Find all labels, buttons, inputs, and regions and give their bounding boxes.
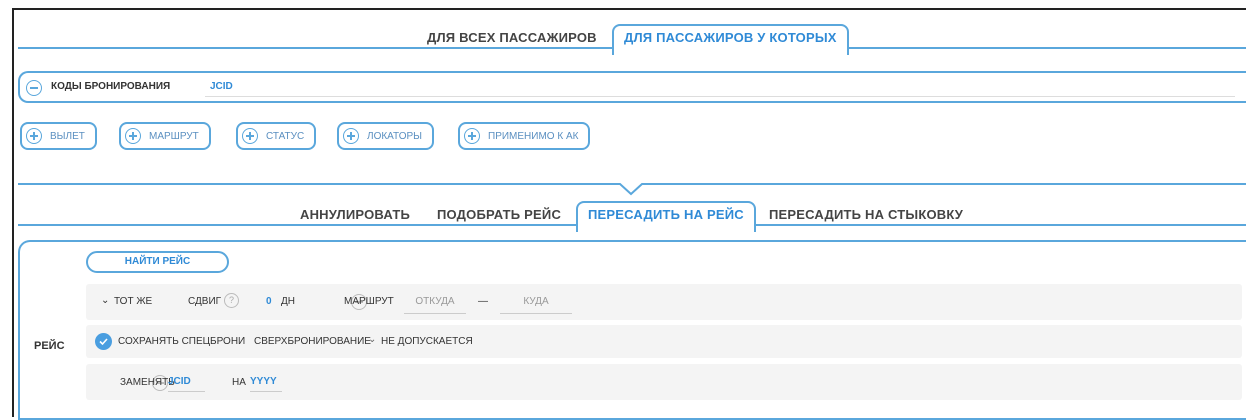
add-icon: [26, 128, 42, 144]
add-icon: [464, 128, 480, 144]
booking-code-value[interactable]: JCID: [210, 81, 233, 92]
filter-label: ВЫЛЕТ: [50, 130, 85, 142]
check-icon: [99, 338, 108, 346]
filter-locators-button[interactable]: ЛОКАТОРЫ: [337, 122, 435, 150]
replace-label: ЗАМЕНЯТЬ: [120, 377, 175, 388]
filter-status-button[interactable]: СТАТУС: [236, 122, 317, 150]
add-icon: [343, 128, 359, 144]
tab-cancel[interactable]: АННУЛИРОВАТЬ: [300, 207, 410, 222]
filter-label: МАРШРУТ: [149, 130, 199, 142]
days-label: ДН: [281, 296, 295, 307]
help-icon[interactable]: ?: [224, 293, 239, 308]
filter-departure-button[interactable]: ВЫЛЕТ: [20, 122, 97, 150]
filter-label: СТАТУС: [266, 130, 305, 142]
replace-on-label: НА: [232, 377, 246, 388]
shift-days-input[interactable]: 0: [266, 296, 272, 307]
tab-pick-flight[interactable]: ПОДОБРАТЬ РЕЙС: [437, 207, 561, 222]
flight-options-row: [86, 284, 1242, 320]
tab-rebook-flight[interactable]: ПЕРЕСАДИТЬ НА РЕЙС: [576, 201, 756, 232]
filter-label: ЛОКАТОРЫ: [367, 130, 423, 142]
replace-from-input[interactable]: JCID: [168, 376, 205, 392]
section-divider-caret: [18, 183, 1246, 196]
collapse-booking-codes-icon[interactable]: [26, 80, 42, 96]
find-flight-button[interactable]: НАЙТИ РЕЙС: [86, 251, 229, 273]
tab-passengers-which[interactable]: ДЛЯ ПАССАЖИРОВ У КОТОРЫХ: [612, 24, 849, 55]
chevron-down-icon[interactable]: ⌄: [101, 295, 109, 306]
filter-route-button[interactable]: МАРШРУТ: [119, 122, 211, 150]
keep-special-label: СОХРАНЯТЬ СПЕЦБРОНИ: [118, 336, 246, 347]
booking-codes-label: КОДЫ БРОНИРОВАНИЯ: [51, 81, 171, 92]
replace-to-input[interactable]: YYYY: [250, 376, 282, 392]
same-flight-select[interactable]: ТОТ ЖЕ: [114, 296, 152, 307]
flight-section-label: РЕЙС: [34, 340, 65, 352]
to-input[interactable]: КУДА: [500, 296, 572, 314]
shift-label: СДВИГ: [188, 296, 222, 307]
add-icon: [242, 128, 258, 144]
tab-rebook-connection[interactable]: ПЕРЕСАДИТЬ НА СТЫКОВКУ: [769, 207, 963, 222]
route-label: МАРШРУТ: [344, 296, 394, 307]
booking-codes-underline: [205, 96, 1235, 97]
add-icon: [125, 128, 141, 144]
overbooking-select[interactable]: НЕ ДОПУСКАЕТСЯ: [381, 336, 473, 347]
chevron-down-icon[interactable]: ⌄: [368, 334, 376, 345]
overbooking-label: СВЕРХБРОНИРОВАНИЕ: [254, 336, 371, 347]
filter-applicable-to-airline-button[interactable]: ПРИМЕНИМО К АК: [458, 122, 591, 150]
route-dash: —: [478, 296, 488, 307]
tab-all-passengers[interactable]: ДЛЯ ВСЕХ ПАССАЖИРОВ: [427, 30, 597, 45]
filter-label: ПРИМЕНИМО К АК: [488, 130, 579, 142]
booking-codes-row: [18, 71, 1246, 103]
keep-special-checkbox[interactable]: [95, 333, 112, 350]
from-input[interactable]: ОТКУДА: [404, 296, 466, 314]
